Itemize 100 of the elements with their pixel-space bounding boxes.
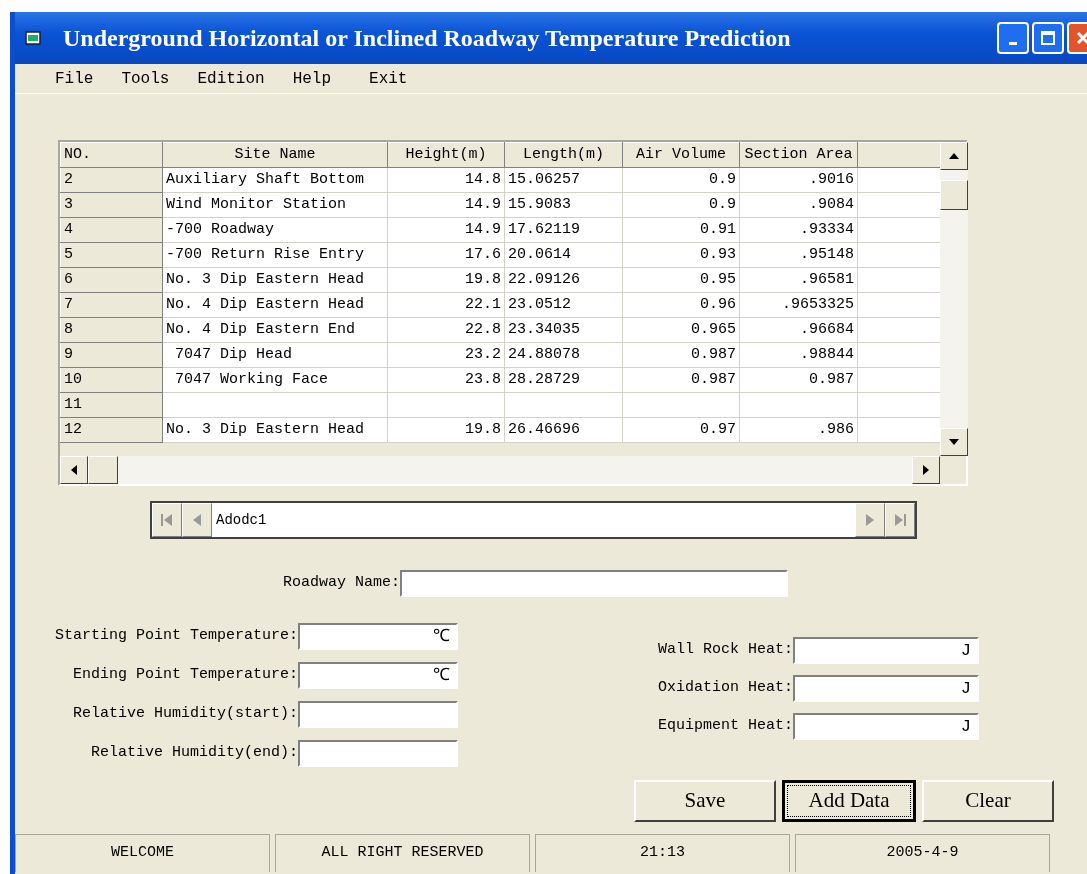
scroll-down-button[interactable] xyxy=(940,428,968,456)
menu-item[interactable]: Help xyxy=(289,66,335,91)
scroll-up-button[interactable] xyxy=(940,142,968,170)
next-record-button[interactable] xyxy=(855,503,885,537)
input-field[interactable]: J xyxy=(793,637,979,664)
status-panel: ALL RIGHT RESERVED xyxy=(275,834,530,872)
row-header[interactable]: 3 xyxy=(60,192,163,218)
table-cell: .98844 xyxy=(739,342,858,368)
table-cell: 15.06257 xyxy=(504,167,623,193)
table-cell: 0.9 xyxy=(622,192,740,218)
table-cell: 19.8 xyxy=(387,267,505,293)
column-header[interactable]: NO. xyxy=(60,142,163,168)
table-cell: 14.8 xyxy=(387,167,505,193)
status-panel: 21:13 xyxy=(535,834,790,872)
row-header[interactable]: 5 xyxy=(60,242,163,268)
field-label: Wall Rock Heat: xyxy=(656,640,793,661)
up-arrow-icon xyxy=(949,153,959,159)
row-header[interactable]: 10 xyxy=(60,367,163,393)
first-record-button[interactable] xyxy=(152,503,182,537)
status-panel: 2005-4-9 xyxy=(795,834,1050,872)
last-record-button[interactable] xyxy=(885,503,915,537)
row-header[interactable]: 12 xyxy=(60,417,163,443)
column-header[interactable]: Site Name xyxy=(162,142,388,168)
table-cell: .93334 xyxy=(739,217,858,243)
close-icon xyxy=(1075,30,1087,46)
minimize-button[interactable] xyxy=(997,22,1029,54)
table-cell: 22.09126 xyxy=(504,267,623,293)
unit-label: J xyxy=(960,677,971,700)
maximize-button[interactable] xyxy=(1032,22,1064,54)
column-header[interactable]: Air Volume xyxy=(622,142,740,168)
previous-record-button[interactable] xyxy=(182,503,212,537)
table-cell: .9016 xyxy=(739,167,858,193)
add-data-button[interactable]: Add Data xyxy=(782,780,916,822)
unit-label: ℃ xyxy=(433,664,450,687)
menu-item[interactable]: Tools xyxy=(118,66,173,91)
table-cell: 0.9 xyxy=(622,167,740,193)
row-header[interactable]: 11 xyxy=(60,392,163,418)
field-label: Starting Point Temperature: xyxy=(53,626,298,647)
column-header[interactable]: Length(m) xyxy=(504,142,623,168)
table-cell: .96684 xyxy=(739,317,858,343)
previous-icon xyxy=(193,514,201,526)
input-field[interactable]: ℃ xyxy=(298,662,458,689)
row-header[interactable]: 6 xyxy=(60,267,163,293)
scroll-right-button[interactable] xyxy=(912,456,940,484)
left-arrow-icon xyxy=(71,465,77,475)
right-arrow-icon xyxy=(923,465,929,475)
menu-item[interactable]: Edition xyxy=(194,66,268,91)
table-cell: .9653325 xyxy=(739,292,858,318)
next-icon xyxy=(866,514,874,526)
minimize-icon xyxy=(1009,41,1017,45)
menu-item[interactable]: File xyxy=(52,66,97,91)
table-cell: 0.97 xyxy=(622,417,740,443)
field-label: Equipment Heat: xyxy=(656,716,793,737)
menu-item[interactable]: Exit xyxy=(366,66,411,91)
row-header[interactable]: 8 xyxy=(60,317,163,343)
row-header[interactable]: 9 xyxy=(60,342,163,368)
input-field[interactable]: J xyxy=(793,675,979,702)
field-label: Oxidation Heat: xyxy=(656,678,793,699)
table-cell: 22.8 xyxy=(387,317,505,343)
input-field[interactable]: J xyxy=(793,713,979,740)
app-icon xyxy=(25,31,41,45)
down-arrow-icon xyxy=(949,439,959,445)
table-cell: 0.93 xyxy=(622,242,740,268)
column-header[interactable]: Height(m) xyxy=(387,142,505,168)
table-cell: 23.2 xyxy=(387,342,505,368)
table-cell: 0.987 xyxy=(739,367,858,393)
first-icon xyxy=(161,514,173,526)
table-cell: No. 4 Dip Eastern Head xyxy=(162,292,388,318)
table-cell: 7047 Dip Head xyxy=(162,342,388,368)
unit-label: J xyxy=(960,715,971,738)
last-icon xyxy=(894,514,906,526)
clear-button[interactable]: Clear xyxy=(922,780,1054,822)
field-label: Roadway Name: xyxy=(283,573,401,594)
table-cell: Wind Monitor Station xyxy=(162,192,388,218)
scroll-left-button[interactable] xyxy=(60,456,88,484)
input-field[interactable] xyxy=(298,701,458,728)
vertical-scrollbar[interactable] xyxy=(940,142,968,456)
input-field[interactable]: ℃ xyxy=(298,623,458,650)
row-header[interactable]: 4 xyxy=(60,217,163,243)
table-cell: 28.28729 xyxy=(504,367,623,393)
table-cell: 22.1 xyxy=(387,292,505,318)
table-cell: 14.9 xyxy=(387,217,505,243)
save-button[interactable]: Save xyxy=(634,780,776,822)
roadway-name-field[interactable] xyxy=(400,570,789,597)
table-cell: No. 4 Dip Eastern End xyxy=(162,317,388,343)
column-header[interactable]: Section Area xyxy=(739,142,858,168)
table-cell: 23.8 xyxy=(387,367,505,393)
table-cell: 15.9083 xyxy=(504,192,623,218)
horizontal-scrollbar[interactable] xyxy=(60,456,940,484)
table-cell: 23.0512 xyxy=(504,292,623,318)
scroll-thumb[interactable] xyxy=(88,456,118,484)
field-label: Relative Humidity(start): xyxy=(71,704,298,725)
row-header[interactable]: 7 xyxy=(60,292,163,318)
table-cell: .986 xyxy=(739,417,858,443)
row-header[interactable]: 2 xyxy=(60,167,163,193)
table-cell: -700 Return Rise Entry xyxy=(162,242,388,268)
scroll-thumb[interactable] xyxy=(940,180,968,210)
table-cell: No. 3 Dip Eastern Head xyxy=(162,417,388,443)
input-field[interactable] xyxy=(298,740,458,767)
table-cell: 24.88078 xyxy=(504,342,623,368)
